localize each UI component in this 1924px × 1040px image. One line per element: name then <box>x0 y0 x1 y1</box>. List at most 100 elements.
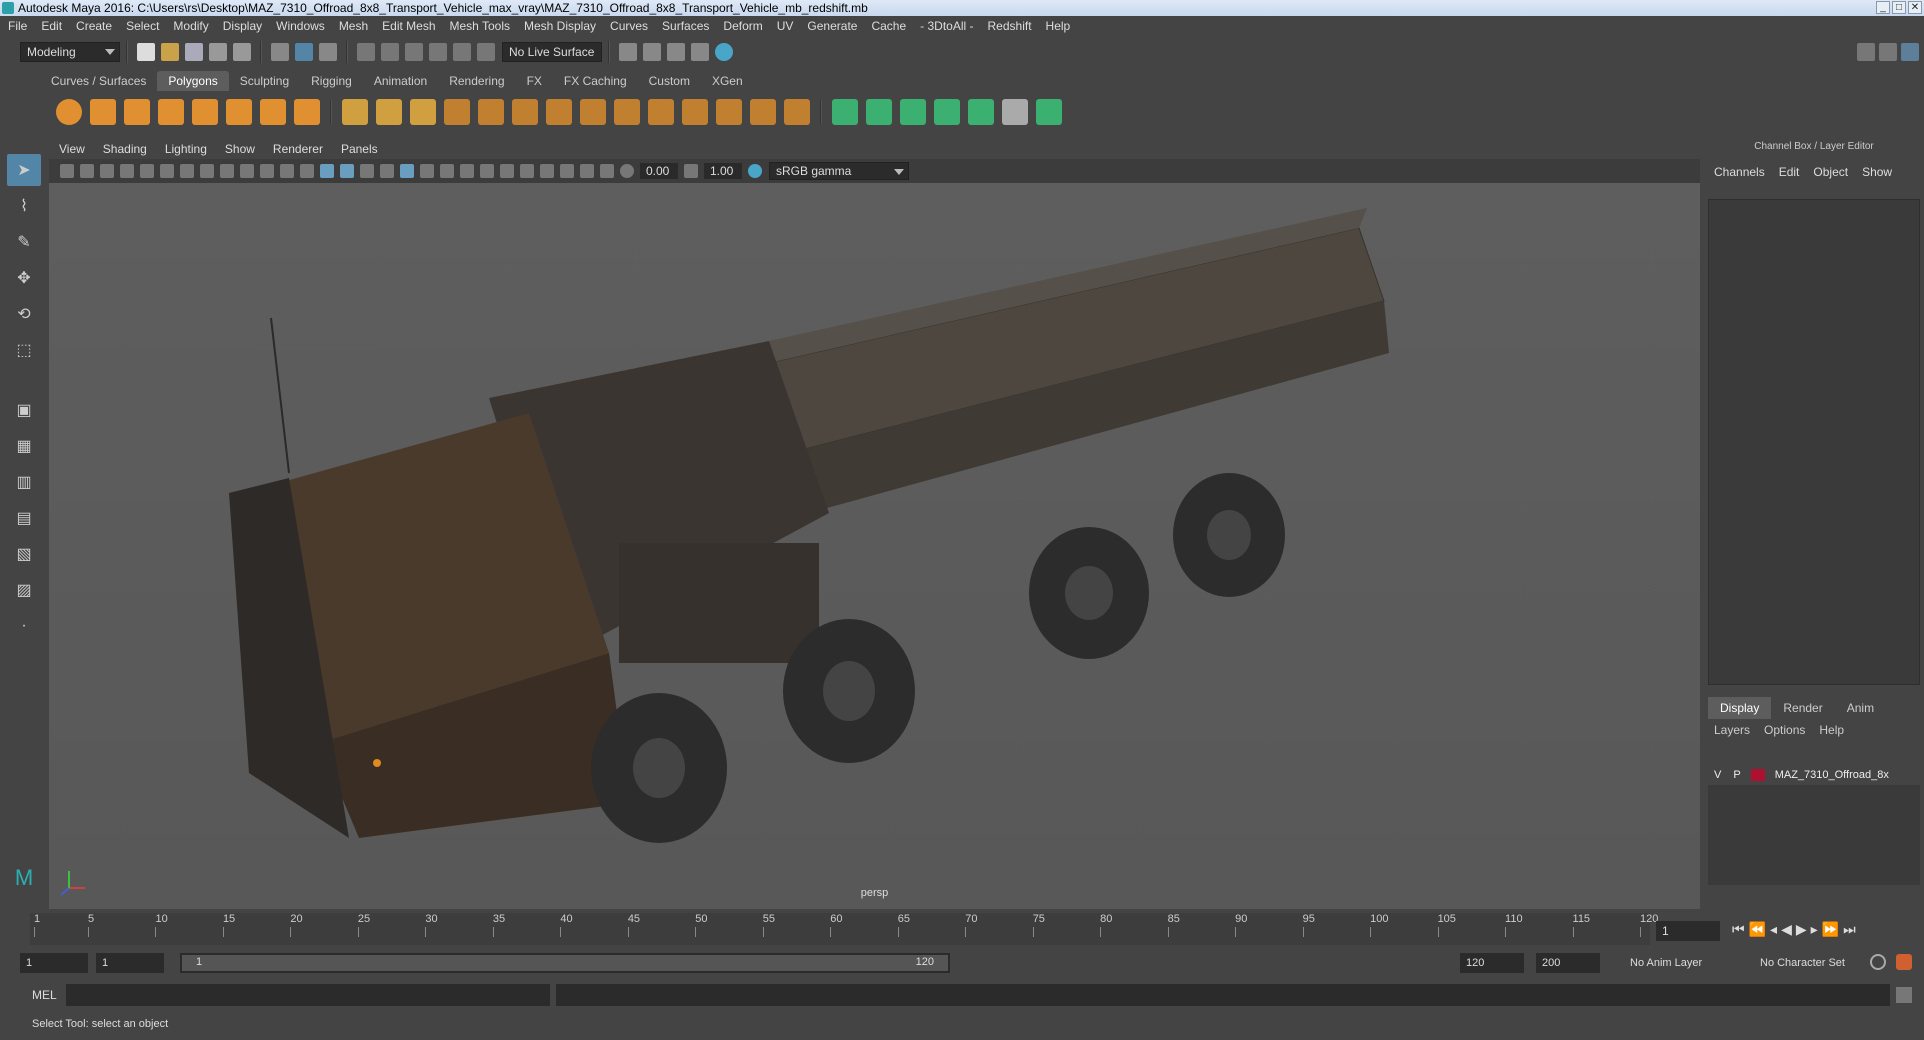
tab-display[interactable]: Display <box>1708 697 1772 719</box>
single-view-icon[interactable]: ▣ <box>7 394 41 426</box>
use-all-lights-icon[interactable] <box>420 164 434 178</box>
snap-point-icon[interactable] <box>405 43 423 61</box>
range-slider-bar[interactable]: 1 120 <box>180 953 950 973</box>
persp-outliner-icon[interactable]: ▧ <box>7 538 41 570</box>
layer-menu-options[interactable]: Options <box>1764 723 1805 737</box>
new-scene-icon[interactable] <box>137 43 155 61</box>
combine-icon[interactable] <box>342 99 368 125</box>
go-to-end-icon[interactable]: ⏭ <box>1843 921 1856 938</box>
poly-torus-icon[interactable] <box>226 99 252 125</box>
auto-key-icon[interactable] <box>1870 954 1886 970</box>
play-backwards-icon[interactable]: ◀ <box>1781 921 1792 938</box>
tab-rigging[interactable]: Rigging <box>300 71 363 91</box>
select-hierarchy-icon[interactable] <box>271 43 289 61</box>
minimize-button[interactable]: _ <box>1876 1 1890 14</box>
menu-surfaces[interactable]: Surfaces <box>662 19 709 33</box>
move-tool-icon[interactable]: ✥ <box>7 262 41 294</box>
poly-cone-icon[interactable] <box>158 99 184 125</box>
viewport-persp[interactable]: persp <box>49 183 1700 909</box>
uv-spherical-icon[interactable] <box>900 99 926 125</box>
menu-mesh-tools[interactable]: Mesh Tools <box>450 19 510 33</box>
snap-surface-icon[interactable] <box>453 43 471 61</box>
camera-attributes-icon[interactable] <box>80 164 94 178</box>
menu-edit-mesh[interactable]: Edit Mesh <box>382 19 435 33</box>
viewport-menu-panels[interactable]: Panels <box>341 142 378 156</box>
side-by-side-icon[interactable]: ▥ <box>7 466 41 498</box>
live-surface-field[interactable]: No Live Surface <box>502 42 602 62</box>
offset-edge-loop-icon[interactable] <box>716 99 742 125</box>
menu-windows[interactable]: Windows <box>276 19 325 33</box>
image-plane-icon[interactable] <box>120 164 134 178</box>
layer-row[interactable]: V P MAZ_7310_Offroad_8x <box>1708 765 1920 785</box>
render-view-icon[interactable] <box>619 43 637 61</box>
tab-anim[interactable]: Anim <box>1835 697 1886 719</box>
tab-sculpting[interactable]: Sculpting <box>228 71 301 91</box>
tab-render[interactable]: Render <box>1771 697 1834 719</box>
menu-curves[interactable]: Curves <box>610 19 648 33</box>
hypershade-icon[interactable] <box>715 43 733 61</box>
bookmark-icon[interactable] <box>100 164 114 178</box>
channel-box-area[interactable] <box>1708 199 1920 685</box>
poly-plane-icon[interactable] <box>192 99 218 125</box>
range-slider-handle[interactable]: 1 120 <box>182 955 948 971</box>
screen-space-ao-icon[interactable] <box>460 164 474 178</box>
2d-pan-zoom-icon[interactable] <box>140 164 154 178</box>
snap-grid-icon[interactable] <box>357 43 375 61</box>
poly-cylinder-icon[interactable] <box>124 99 150 125</box>
channel-box-menu-show[interactable]: Show <box>1862 165 1892 179</box>
menu-uv[interactable]: UV <box>777 19 794 33</box>
tab-animation[interactable]: Animation <box>362 71 439 91</box>
anti-aliasing-icon[interactable] <box>500 164 514 178</box>
make-live-icon[interactable] <box>477 43 495 61</box>
viewport-menu-shading[interactable]: Shading <box>103 142 147 156</box>
menu-cache[interactable]: Cache <box>871 19 906 33</box>
smooth-icon[interactable] <box>444 99 470 125</box>
xray-icon[interactable] <box>560 164 574 178</box>
uv-checker-icon[interactable] <box>1002 99 1028 125</box>
go-to-start-icon[interactable]: ⏮ <box>1732 921 1745 938</box>
film-gate-icon[interactable] <box>200 164 214 178</box>
mirror-icon[interactable] <box>784 99 810 125</box>
tab-custom[interactable]: Custom <box>637 71 701 91</box>
channel-box-menu-object[interactable]: Object <box>1813 165 1848 179</box>
tool-settings-icon[interactable] <box>1879 43 1897 61</box>
exposure-field[interactable]: 0.00 <box>640 163 678 179</box>
select-component-icon[interactable] <box>319 43 337 61</box>
textured-icon[interactable] <box>400 164 414 178</box>
menu-redshift[interactable]: Redshift <box>988 19 1032 33</box>
tab-fx-caching[interactable]: FX Caching <box>552 71 638 91</box>
bevel-icon[interactable] <box>478 99 504 125</box>
preferences-icon[interactable] <box>1896 954 1912 970</box>
workspace-icon[interactable] <box>1833 43 1851 61</box>
mode-selector[interactable]: Modeling <box>20 42 120 62</box>
tab-curves-surfaces[interactable]: Curves / Surfaces <box>40 71 158 91</box>
smooth-shade-icon[interactable] <box>340 164 354 178</box>
scale-tool-icon[interactable]: ⬚ <box>7 334 41 366</box>
select-object-icon[interactable] <box>295 43 313 61</box>
maximize-button[interactable]: □ <box>1892 1 1906 14</box>
menu-file[interactable]: File <box>8 19 27 33</box>
tab-xgen[interactable]: XGen <box>700 71 754 91</box>
xray-active-icon[interactable] <box>600 164 614 178</box>
four-view-icon[interactable]: ▦ <box>7 430 41 462</box>
anim-layer-dropdown[interactable]: No Anim Layer <box>1624 953 1742 973</box>
tab-polygons[interactable]: Polygons <box>157 71 229 91</box>
range-start-field[interactable]: 1 <box>96 953 164 973</box>
outliner-persp-icon[interactable]: ▨ <box>7 574 41 606</box>
gamma-field[interactable]: 1.00 <box>704 163 742 179</box>
maya-home-icon[interactable]: M <box>7 862 41 894</box>
rotate-tool-icon[interactable]: ⟲ <box>7 298 41 330</box>
layer-menu-help[interactable]: Help <box>1819 723 1844 737</box>
gate-mask-icon[interactable] <box>240 164 254 178</box>
uv-cylindrical-icon[interactable] <box>866 99 892 125</box>
poly-prism-icon[interactable] <box>260 99 286 125</box>
menu-select[interactable]: Select <box>126 19 159 33</box>
snap-plane-icon[interactable] <box>429 43 447 61</box>
undo-icon[interactable] <box>209 43 227 61</box>
persp-graph-icon[interactable]: ▤ <box>7 502 41 534</box>
multi-cut-icon[interactable] <box>648 99 674 125</box>
camera-icon[interactable] <box>60 164 74 178</box>
menu-3dtoall[interactable]: - 3DtoAll - <box>920 19 973 33</box>
wireframe-icon[interactable] <box>320 164 334 178</box>
close-button[interactable]: ✕ <box>1908 1 1922 14</box>
